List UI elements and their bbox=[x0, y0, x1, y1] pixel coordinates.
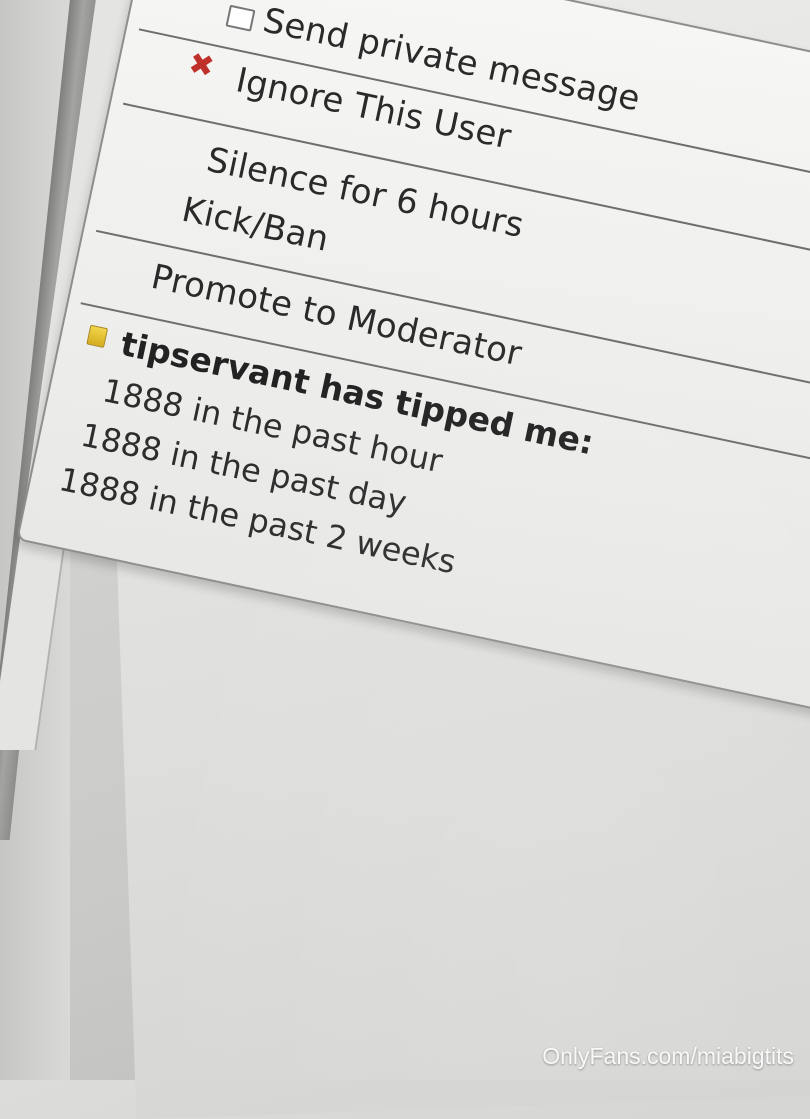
message-icon bbox=[225, 4, 256, 32]
x-icon: ✖ bbox=[185, 45, 218, 86]
watermark: OnlyFans.com/miabigtits bbox=[542, 1043, 794, 1069]
crown-icon bbox=[86, 324, 109, 348]
